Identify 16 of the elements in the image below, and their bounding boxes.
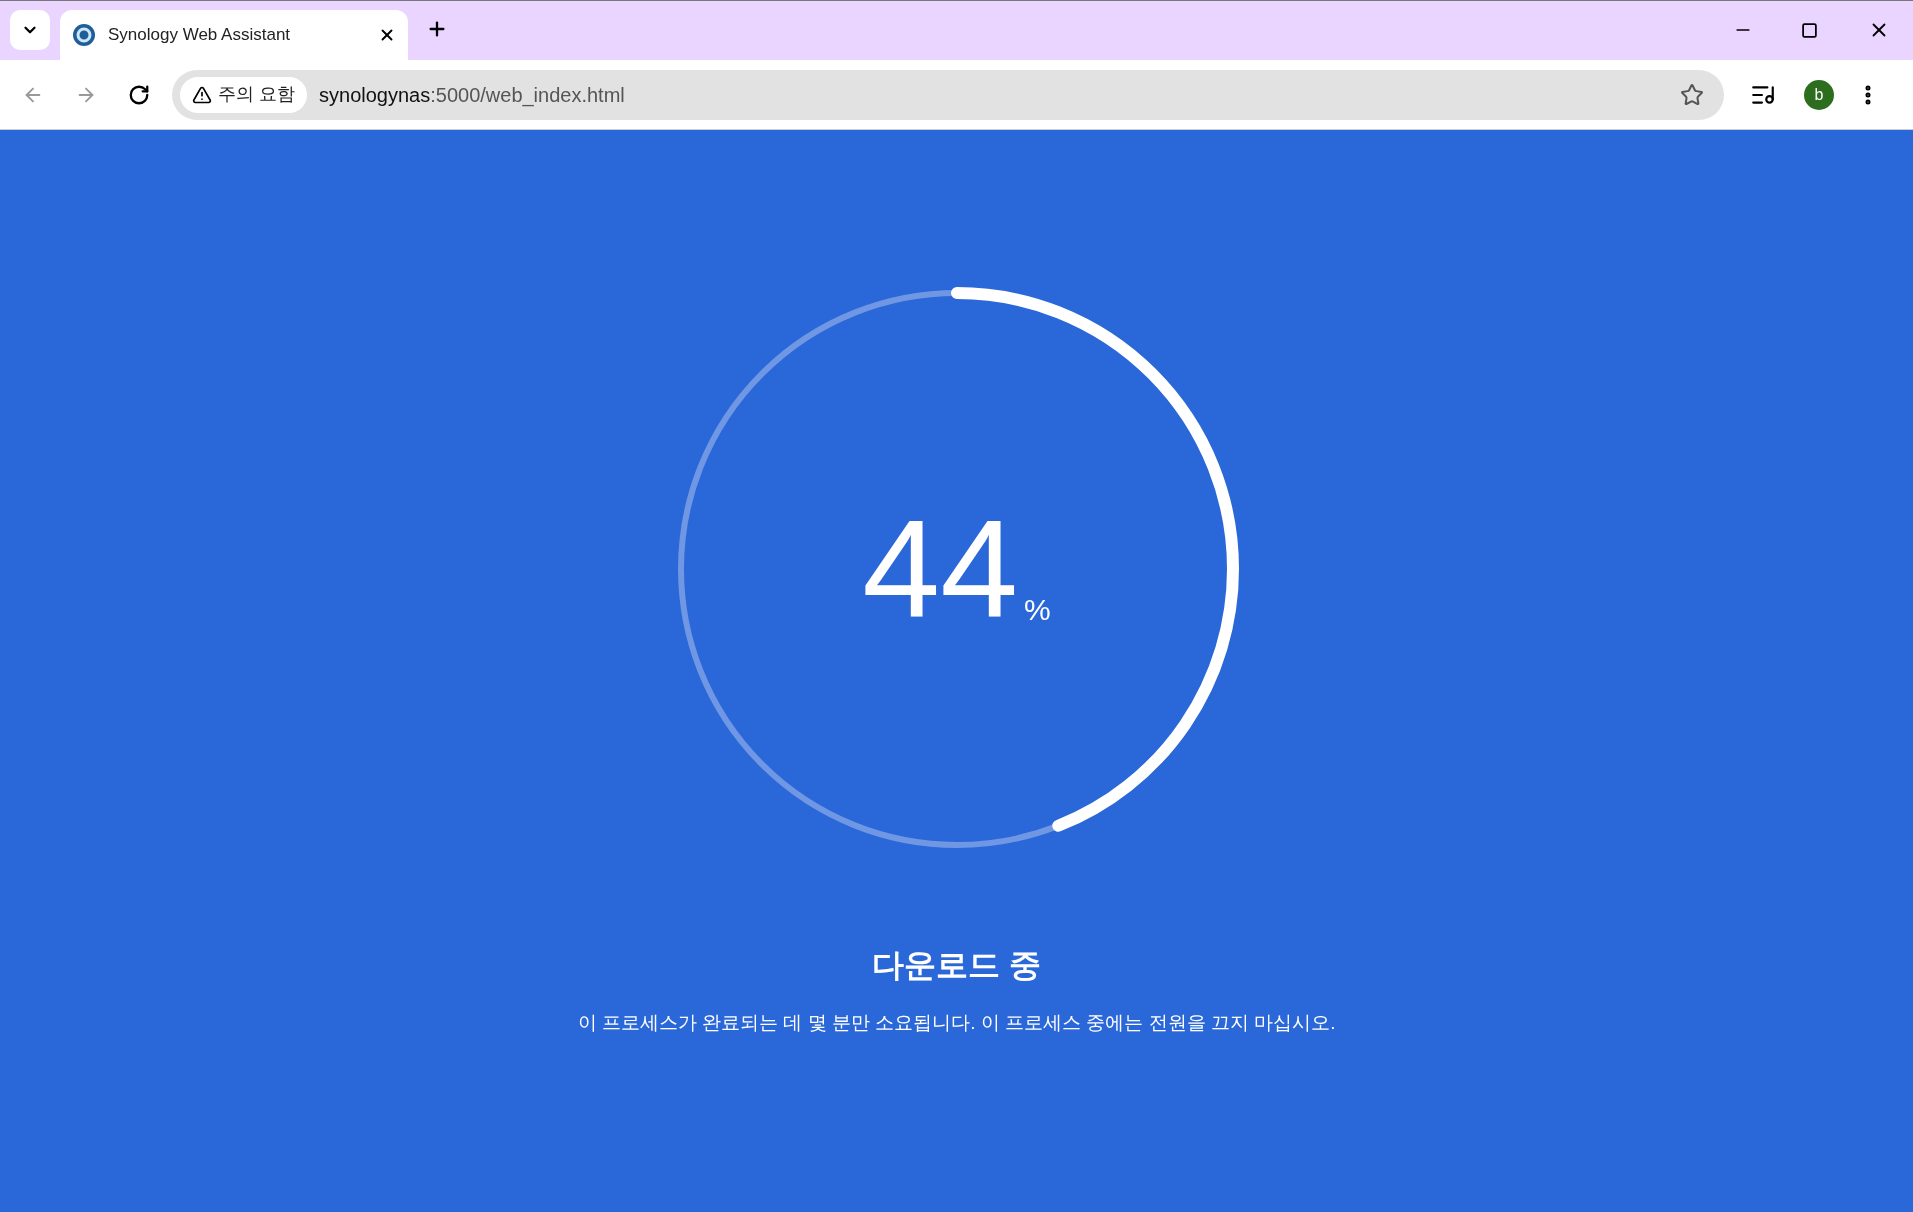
browser-tab[interactable]: Synology Web Assistant [60,10,408,60]
site-logo-icon [72,23,96,47]
status-title: 다운로드 중 [872,946,1041,985]
address-bar[interactable]: 주의 요함 synologynas:5000/web_index.html [172,69,1724,120]
status-message: 이 프로세스가 완료되는 데 몇 분만 소요됩니다. 이 프로세스 중에는 전원을 끄지 마십시오. [577,1011,1336,1035]
maximize-icon[interactable] [1801,22,1818,39]
reload-icon[interactable] [128,83,150,106]
security-chip-label: 주의 요함 [218,83,295,106]
bookmark-star-icon[interactable] [1680,82,1704,107]
tab-title: Synology Web Assistant [108,24,292,47]
url-text: synologynas:5000/web_index.html [319,82,626,109]
percent-sign: % [1024,591,1051,628]
progress-value: 44 [862,499,1018,639]
security-chip[interactable]: 주의 요함 [180,76,307,113]
profile-avatar[interactable]: b [1804,79,1834,110]
warning-icon [192,84,212,105]
